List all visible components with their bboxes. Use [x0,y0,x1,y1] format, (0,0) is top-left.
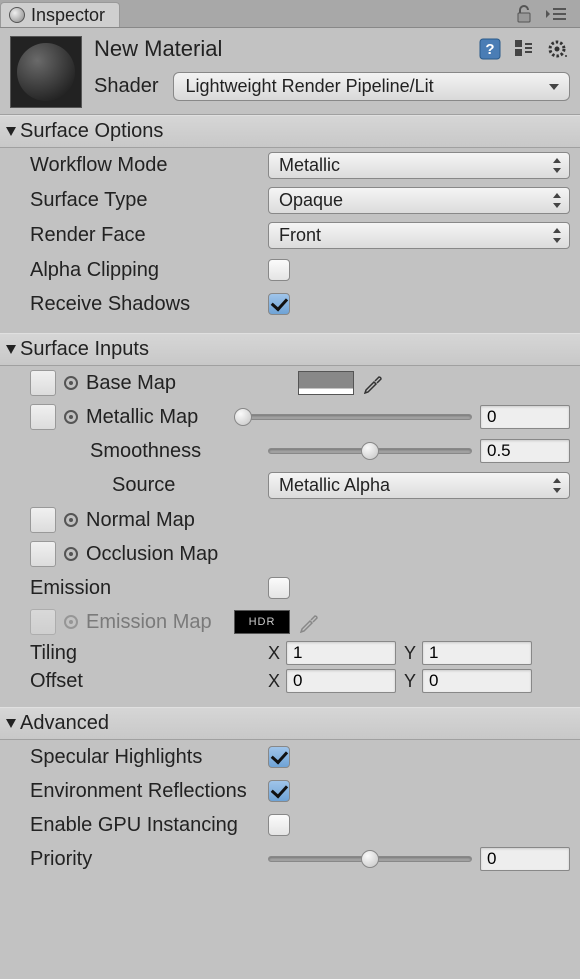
base-map-color[interactable] [298,371,354,395]
offset-y-input[interactable] [422,669,532,693]
x-label: X [268,671,280,692]
section-surface-inputs[interactable]: Surface Inputs [0,333,580,366]
section-title: Surface Options [20,120,163,143]
smoothness-source-select[interactable]: Metallic Alpha [268,472,570,499]
alpha-clipping-checkbox[interactable] [268,259,290,281]
environment-reflections-checkbox[interactable] [268,780,290,802]
alpha-clipping-label: Alpha Clipping [30,259,260,282]
lock-icon[interactable] [512,2,536,26]
offset-label: Offset [30,670,260,693]
priority-label: Priority [30,848,260,871]
x-label: X [268,643,280,664]
disclosure-icon [6,719,16,728]
gear-icon[interactable] [546,37,570,61]
section-surface-options[interactable]: Surface Options [0,115,580,148]
target-icon[interactable] [64,513,78,527]
preview-sphere [17,43,75,101]
tiling-y-input[interactable] [422,641,532,665]
metallic-map-label: Metallic Map [86,406,226,429]
target-icon[interactable] [64,410,78,424]
inspector-tab[interactable]: Inspector [0,2,120,27]
metallic-map-texture-slot[interactable] [30,404,56,430]
gpu-instancing-checkbox[interactable] [268,814,290,836]
material-preview[interactable] [10,36,82,108]
disclosure-icon [6,345,16,354]
smoothness-label: Smoothness [90,440,260,463]
y-label: Y [404,671,416,692]
metallic-slider[interactable] [234,408,472,426]
emission-map-texture-slot [30,609,56,635]
workflow-mode-label: Workflow Mode [30,154,260,177]
surface-type-label: Surface Type [30,189,260,212]
smoothness-slider[interactable] [268,442,472,460]
preset-icon[interactable] [512,37,536,61]
offset-x-input[interactable] [286,669,396,693]
material-name[interactable]: New Material [94,36,222,62]
tab-title: Inspector [31,5,105,26]
svg-text:?: ? [485,41,494,58]
tiling-label: Tiling [30,642,260,665]
panel-menu-icon[interactable] [544,2,568,26]
render-face-label: Render Face [30,224,260,247]
disclosure-icon [6,127,16,136]
priority-slider[interactable] [268,850,472,868]
receive-shadows-label: Receive Shadows [30,293,260,316]
eyedropper-icon[interactable] [362,372,384,394]
section-title: Advanced [20,712,109,735]
target-icon [64,615,78,629]
normal-map-label: Normal Map [86,509,290,532]
emission-label: Emission [30,577,260,600]
base-map-label: Base Map [86,372,290,395]
help-icon[interactable]: ? [478,37,502,61]
occlusion-map-texture-slot[interactable] [30,541,56,567]
shader-dropdown[interactable]: Lightweight Render Pipeline/Lit [173,72,571,101]
target-icon[interactable] [64,547,78,561]
base-map-texture-slot[interactable] [30,370,56,396]
y-label: Y [404,643,416,664]
source-label: Source [112,474,260,497]
render-face-select[interactable]: Front [268,222,570,249]
occlusion-map-label: Occlusion Map [86,543,290,566]
shader-label: Shader [94,75,159,98]
workflow-mode-select[interactable]: Metallic [268,152,570,179]
section-advanced[interactable]: Advanced [0,707,580,740]
gpu-instancing-label: Enable GPU Instancing [30,814,260,837]
info-icon [9,7,25,23]
priority-value-input[interactable] [480,847,570,871]
environment-reflections-label: Environment Reflections [30,780,260,803]
emission-checkbox[interactable] [268,577,290,599]
tab-bar: Inspector [0,0,580,28]
material-header: New Material ? Shader Lightweight Render… [0,28,580,115]
specular-highlights-label: Specular Highlights [30,746,260,769]
target-icon[interactable] [64,376,78,390]
eyedropper-icon [298,611,320,633]
smoothness-value-input[interactable] [480,439,570,463]
specular-highlights-checkbox[interactable] [268,746,290,768]
surface-type-select[interactable]: Opaque [268,187,570,214]
metallic-value-input[interactable] [480,405,570,429]
tiling-x-input[interactable] [286,641,396,665]
emission-color-hdr[interactable]: HDR [234,610,290,634]
shader-value: Lightweight Render Pipeline/Lit [186,76,434,96]
receive-shadows-checkbox[interactable] [268,293,290,315]
normal-map-texture-slot[interactable] [30,507,56,533]
emission-map-label: Emission Map [86,611,226,634]
section-title: Surface Inputs [20,338,149,361]
